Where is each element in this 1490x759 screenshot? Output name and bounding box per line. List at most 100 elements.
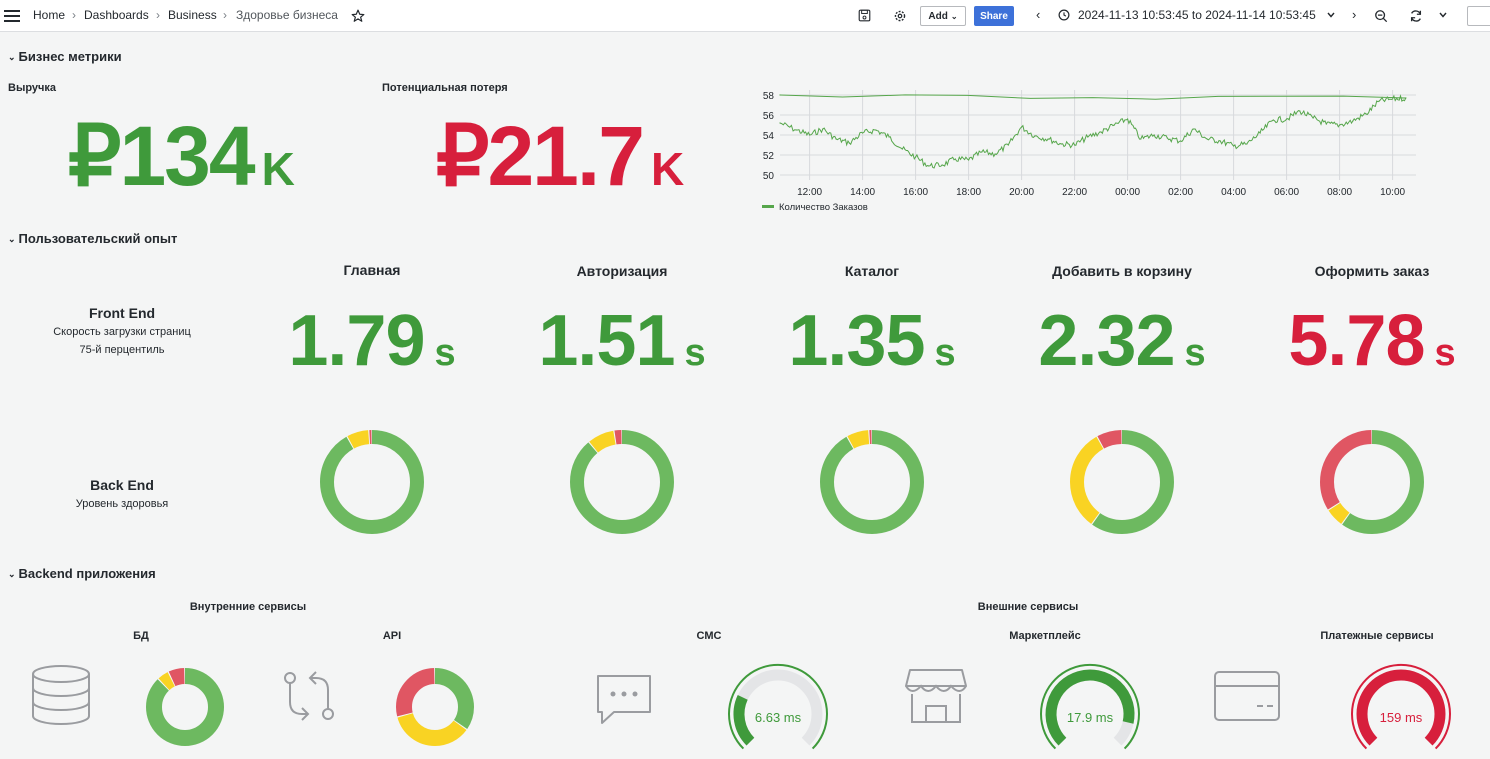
data-point [1206,138,1208,140]
breadcrumb-separator: › [156,8,160,22]
data-point [954,158,956,160]
orders-timeseries-chart[interactable]: 50 52 54 56 58 12:00 14:00 16:00 18:00 20:00 22:00… [752,84,1432,216]
frontend-label: Front End [88,305,156,321]
share-button[interactable]: Share [974,6,1014,26]
loss-unit: K [650,143,685,195]
menu-icon[interactable] [4,10,20,22]
db-panel-title: БД [133,630,149,642]
data-point [1034,135,1036,137]
time-range-picker[interactable]: 2024-11-13 10:53:45 to 2024-11-14 10:53:… [1078,8,1316,22]
page-title: Каталог [844,263,900,279]
backend-health-donut[interactable] [813,423,931,541]
load-time-unit: s [1184,332,1206,374]
data-point [1325,123,1327,125]
y-tick-label: 50 [763,171,775,182]
data-point [1259,132,1261,134]
sms-gauge[interactable]: 6.63 ms [718,662,838,750]
zoom-out-icon[interactable] [1374,9,1388,23]
breadcrumb-business[interactable]: Business [168,8,217,22]
refresh-icon[interactable] [1409,9,1423,23]
data-point [1272,119,1274,121]
load-time-number: 5.78 [1288,301,1425,381]
backend-health-donut[interactable] [1063,423,1181,541]
row-header-ux[interactable]: ⌄ Пользовательский опыт [8,231,177,246]
data-point [1232,145,1235,147]
marketplace-gauge[interactable]: 17.9 ms [1030,662,1150,750]
chevron-down-icon: ⌄ [8,234,16,244]
data-point [1405,97,1407,99]
collapse-toggle-button[interactable] [1467,6,1490,26]
gauge-value-label: 17.9 ms [1067,710,1114,725]
x-tick-label: 12:00 [797,187,822,198]
data-point [808,134,811,136]
chevron-down-icon: ⌄ [8,569,16,579]
data-point [848,142,850,144]
data-point [1020,126,1023,128]
x-tick-label: 06:00 [1274,187,1299,198]
star-icon[interactable] [351,9,365,23]
message-icon [597,675,651,724]
save-icon[interactable] [858,9,871,22]
marketplace-panel-title: Маркетплейс [1009,630,1081,642]
data-point [994,153,996,155]
time-back-chevron-icon[interactable]: ‹ [1036,7,1040,22]
legend-label[interactable]: Количество Заказов [779,202,868,213]
data-point [861,132,864,134]
api-health-donut[interactable] [388,660,482,754]
row-title: Пользовательский опыт [18,231,178,246]
db-health-donut[interactable] [138,660,232,754]
backend-subtitle: Уровень здоровья [75,498,169,510]
data-point [779,94,781,96]
page-title: Добавить в корзину [1052,263,1192,279]
data-point [1246,143,1248,145]
time-range-chevron-icon[interactable] [1327,12,1335,18]
loss-panel-title: Потенциальная потеря [382,82,508,94]
chevron-down-icon: ⌄ [8,52,16,62]
data-point [1193,128,1195,130]
settings-gear-icon[interactable] [893,9,907,23]
y-tick-label: 54 [763,131,775,142]
backend-health-donut[interactable] [1313,423,1431,541]
y-tick-label: 56 [763,111,775,122]
data-point [875,129,877,131]
revenue-amount: ₽134 [68,109,256,203]
payments-gauge[interactable]: 159 ms [1341,662,1461,750]
data-point [967,159,970,161]
data-point [1087,136,1089,138]
time-forward-chevron-icon[interactable]: › [1352,7,1356,22]
breadcrumb-separator: › [72,8,76,22]
load-time-number: 1.35 [788,301,925,381]
x-tick-label: 00:00 [1115,187,1140,198]
payments-panel-title: Платежные сервисы [1320,630,1434,642]
backend-health-donut[interactable] [313,423,431,541]
data-point [1299,110,1301,112]
data-point [1219,140,1221,142]
load-time-number: 2.32 [1038,301,1175,381]
page-title: Авторизация [576,263,668,279]
revenue-value: ₽134 K [68,114,295,211]
breadcrumb-dashboards[interactable]: Dashboards [84,8,149,22]
data-point [1338,124,1341,126]
loss-amount: ₽21.7 [436,109,645,203]
external-services-title: Внешние сервисы [977,601,1079,613]
data-point [1100,131,1102,133]
page-title: Оформить заказ [1314,263,1430,279]
x-tick-label: 16:00 [903,187,928,198]
series-line [779,94,1407,169]
backend-health-donut[interactable] [563,423,681,541]
refresh-interval-chevron-icon[interactable] [1439,12,1447,18]
row-header-business[interactable]: ⌄ Бизнес метрики [8,49,122,64]
gauge-track [733,669,823,746]
y-tick-label: 58 [763,91,775,102]
data-point [1285,118,1288,120]
api-icon [284,671,334,721]
gauge-value-arc [733,695,755,746]
store-icon [905,669,967,723]
page-load-time-value: 2.32 s [1038,300,1205,382]
x-tick-label: 18:00 [956,187,981,198]
row-header-backend[interactable]: ⌄ Backend приложения [8,566,156,581]
data-point [1140,138,1142,140]
breadcrumb-home[interactable]: Home [33,8,65,22]
add-button[interactable]: Add ⌄ [920,6,966,26]
sms-panel-title: СМС [696,630,722,642]
